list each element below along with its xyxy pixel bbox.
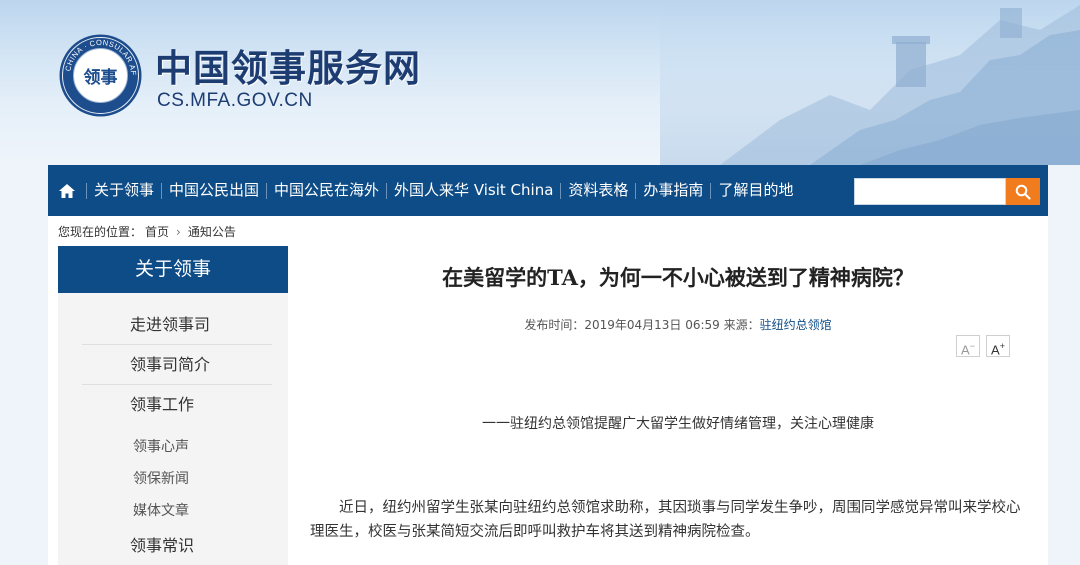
svg-text:领事: 领事 [84, 67, 118, 88]
font-smaller-button[interactable]: A− [956, 335, 980, 357]
breadcrumb-prefix: 您现在的位置： [58, 225, 143, 239]
sidebar-item-consular-knowledge[interactable]: 领事常识 [82, 526, 272, 565]
nav-home[interactable] [48, 165, 86, 216]
search-input[interactable] [854, 178, 1006, 205]
publish-time-label: 发布时间： [524, 318, 585, 332]
great-wall-banner-image [660, 0, 1080, 165]
sidebar-subitem-protection-news[interactable]: 领保新闻 [133, 468, 189, 488]
home-icon [59, 183, 75, 198]
sidebar-subitem-media-articles[interactable]: 媒体文章 [133, 500, 189, 520]
breadcrumb-chevron-icon: › [176, 224, 181, 239]
source-label: 来源： [723, 318, 760, 332]
article-subtitle: 一一驻纽约总领馆提醒广大留学生做好情绪管理，关注心理健康 [482, 416, 874, 432]
article-paragraph: 近日，纽约州留学生张某向驻纽约总领馆求助称，其因琐事与同学发生争吵，周围同学感觉… [310, 500, 1021, 540]
nav-item-citizens-overseas[interactable]: 中国公民在海外 [267, 165, 386, 216]
publish-time: 2019年04月13日 06:59 [584, 318, 720, 332]
content-panel: 您现在的位置： 首页 › 通知公告 关于领事 走进领事司 领事司简介 领事工作 … [48, 216, 1048, 565]
breadcrumb-link-notices[interactable]: 通知公告 [188, 223, 236, 240]
article-title: 在美留学的TA，为何一不小心被送到了精神病院？ [442, 265, 914, 290]
site-title: 中国领事服务网 [155, 47, 421, 90]
search-icon [1015, 184, 1031, 200]
search-button[interactable] [1006, 178, 1040, 205]
font-larger-label: A [991, 342, 1000, 358]
site-header: CHINA · CONSULAR AFFAIRS 领事 中国领事服务网 CS.M… [0, 0, 1080, 165]
nav-item-about-consular[interactable]: 关于领事 [87, 165, 161, 216]
sidebar-item-dept-intro[interactable]: 领事司简介 [82, 345, 272, 385]
sidebar-subitem-voices[interactable]: 领事心声 [133, 436, 189, 456]
article-meta: 发布时间：2019年04月13日 06:59 来源：驻纽约总领馆 [308, 316, 1048, 333]
breadcrumb: 您现在的位置： 首页 › 通知公告 [58, 223, 236, 240]
sidebar-item-about-dept[interactable]: 走进领事司 [82, 305, 272, 345]
sidebar-item-consular-work[interactable]: 领事工作 [82, 385, 272, 425]
sidebar: 关于领事 走进领事司 领事司简介 领事工作 领事心声 领保新闻 媒体文章 领事常… [58, 246, 288, 565]
nav-item-destinations[interactable]: 了解目的地 [711, 165, 800, 216]
nav-item-going-abroad[interactable]: 中国公民出国 [162, 165, 266, 216]
consular-seal-logo: CHINA · CONSULAR AFFAIRS 领事 [58, 33, 142, 117]
font-larger-button[interactable]: A+ [986, 335, 1010, 357]
nav-item-guides[interactable]: 办事指南 [636, 165, 710, 216]
nav-item-visit-china[interactable]: 外国人来华 Visit China [387, 165, 560, 216]
sidebar-heading: 关于领事 [58, 246, 288, 293]
article-source: 驻纽约总领馆 [759, 318, 832, 332]
font-smaller-label: A [961, 342, 970, 358]
site-domain: CS.MFA.GOV.CN [157, 90, 313, 111]
breadcrumb-link-home[interactable]: 首页 [145, 223, 169, 240]
main-nav: 关于领事 中国公民出国 中国公民在海外 外国人来华 Visit China 资料… [48, 165, 1048, 216]
nav-item-forms[interactable]: 资料表格 [561, 165, 635, 216]
